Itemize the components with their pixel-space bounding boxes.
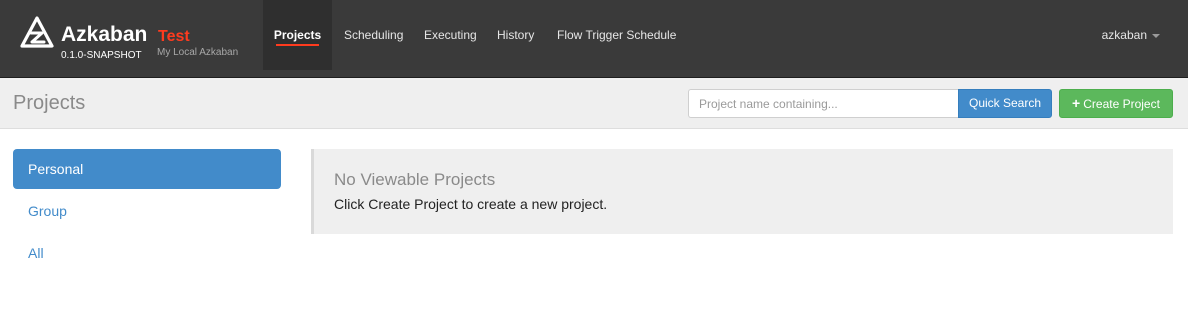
azkaban-logo-icon[interactable] <box>20 16 54 50</box>
create-project-button[interactable]: + Create Project <box>1059 89 1173 118</box>
quick-search-button[interactable]: Quick Search <box>958 89 1052 118</box>
sidebar-item-group[interactable]: Group <box>13 191 281 231</box>
brand-environment: Test <box>158 28 190 45</box>
username: azkaban <box>1101 28 1147 42</box>
empty-projects-panel: No Viewable Projects Click Create Projec… <box>311 149 1173 234</box>
nav-tab-label: Executing <box>424 28 477 42</box>
page-title: Projects <box>13 92 86 114</box>
user-menu[interactable]: azkaban <box>1102 27 1160 43</box>
page-header: Projects Quick Search +Create Project <box>0 78 1188 129</box>
brand-name[interactable]: Azkaban <box>61 23 147 47</box>
brand-description: My Local Azkaban <box>157 47 239 58</box>
nav-tab-label: Flow Trigger Schedule <box>557 28 677 42</box>
plus-icon: + <box>1072 95 1081 111</box>
empty-state-message: Click Create Project to create a new pro… <box>334 196 608 212</box>
project-search-input[interactable] <box>688 89 958 118</box>
brand-version: 0.1.0-SNAPSHOT <box>61 50 142 61</box>
nav-tab-label: History <box>497 28 535 42</box>
nav-tab-executing[interactable]: Executing <box>424 0 477 70</box>
top-navbar: Azkaban Test 0.1.0-SNAPSHOT My Local Azk… <box>0 0 1188 78</box>
sidebar-item-personal[interactable]: Personal <box>13 149 281 189</box>
create-project-label: Create Project <box>1083 97 1160 111</box>
nav-tab-label: Scheduling <box>344 28 404 42</box>
caret-down-icon <box>1152 33 1160 38</box>
nav-tab-scheduling[interactable]: Scheduling <box>344 0 403 70</box>
nav-tab-flow-trigger-schedule[interactable]: Flow Trigger Schedule <box>557 0 676 70</box>
nav-tab-projects[interactable]: Projects <box>263 0 332 70</box>
nav-tab-history[interactable]: History <box>497 0 534 70</box>
active-tab-underline <box>276 44 319 46</box>
sidebar-item-all[interactable]: All <box>13 233 281 273</box>
project-filter-sidebar: Personal Group All <box>13 149 281 275</box>
nav-tab-label: Projects <box>273 28 322 42</box>
empty-state-title: No Viewable Projects <box>334 170 496 189</box>
